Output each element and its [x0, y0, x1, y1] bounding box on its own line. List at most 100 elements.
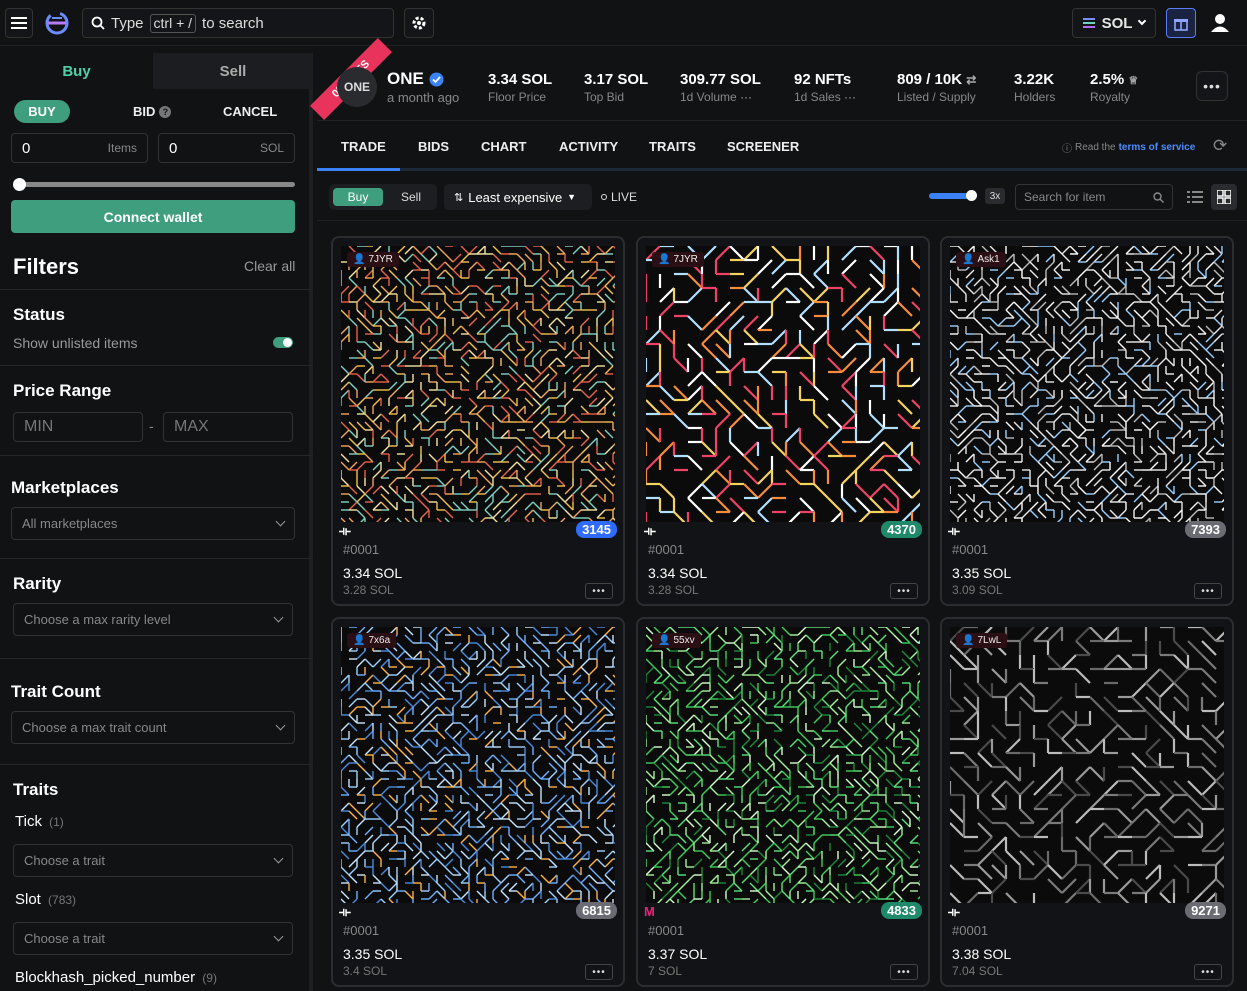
mode-buy-button[interactable]: BUY [14, 100, 70, 123]
rarity-rank-badge: 7393 [1185, 521, 1226, 538]
trait-slot-select[interactable]: Choose a trait [13, 922, 293, 955]
trait-blockhash-label: Blockhash_picked_number (9) [15, 969, 217, 986]
logo-icon[interactable] [42, 8, 72, 38]
nft-last-price: 3.28 SOL [343, 583, 394, 597]
rarity-rank-badge: 4833 [881, 902, 922, 919]
sol-input[interactable]: 0 SOL [158, 133, 295, 163]
rarity-select[interactable]: Choose a max rarity level [13, 603, 293, 636]
tab-bids[interactable]: BIDS [418, 121, 449, 171]
chevron-down-icon [273, 931, 284, 942]
nft-image[interactable]: 👤 7JYR [646, 246, 920, 522]
item-search-placeholder: Search for item [1024, 190, 1106, 204]
tab-sell[interactable]: Sell [153, 53, 313, 89]
items-input[interactable]: 0 Items [11, 133, 148, 163]
nft-id: #0001 [343, 542, 380, 557]
nft-card[interactable]: 👤 55xv M 4833 #0001 3.37 SOL 7 SOL ••• [636, 617, 930, 987]
slider-handle[interactable] [13, 178, 26, 191]
user-icon: 👤 [658, 254, 671, 265]
rarity-rank-badge: 6815 [576, 902, 617, 919]
tab-trade[interactable]: TRADE [341, 121, 386, 171]
amount-slider[interactable] [13, 178, 295, 191]
chevron-down-icon [275, 720, 286, 731]
stat-label: Listed / Supply [897, 90, 976, 104]
divider [0, 658, 313, 659]
nft-price: 3.38 SOL [952, 946, 1012, 962]
sol-unit: SOL [259, 141, 284, 155]
rarity-value: Choose a max rarity level [24, 612, 171, 627]
tab-chart[interactable]: CHART [481, 121, 527, 171]
owner-tag: 👤 7JYR [652, 252, 704, 267]
toggle-sell[interactable]: Sell [391, 188, 431, 206]
nft-image[interactable]: 👤 Ask1 [950, 246, 1224, 522]
nft-card[interactable]: 👤 7JYR ⟛ 4370 #0001 3.34 SOL 3.28 SOL ••• [636, 236, 930, 606]
nft-image[interactable]: 👤 7JYR [341, 246, 615, 522]
nft-image[interactable]: 👤 7LwL [950, 627, 1224, 903]
trait-tick-select[interactable]: Choose a trait [13, 844, 293, 877]
search-suffix: to search [202, 14, 264, 32]
gift-button[interactable] [1166, 8, 1196, 38]
tab-traits[interactable]: TRAITS [649, 121, 696, 171]
divider [0, 558, 313, 559]
more-icon[interactable]: ··· [740, 90, 752, 104]
show-unlisted-toggle[interactable] [273, 337, 293, 348]
status-title: Status [13, 305, 65, 324]
card-more-button[interactable]: ••• [585, 964, 613, 980]
terms-notice: ⓘ Read the terms of service [1062, 140, 1195, 155]
trait-count-select[interactable]: Choose a max trait count [11, 711, 295, 744]
currency-label: SOL [1101, 14, 1133, 32]
stat-value: 809 / 10K ⇄ [897, 71, 976, 88]
user-icon[interactable] [1208, 11, 1232, 35]
toggle-buy[interactable]: Buy [333, 188, 383, 206]
marketplaces-select[interactable]: All marketplaces [11, 507, 295, 540]
more-icon: ••• [1201, 585, 1215, 597]
card-more-button[interactable]: ••• [890, 583, 918, 599]
zoom-slider[interactable] [929, 190, 977, 201]
stat-value: 3.34 SOL [488, 71, 553, 88]
more-icon[interactable]: ··· [844, 90, 856, 104]
stat-floor: 3.34 SOL Floor Price [488, 71, 552, 104]
list-view-icon[interactable] [1185, 187, 1205, 207]
stat-value: 309.77 SOL [680, 71, 761, 88]
tab-screener[interactable]: SCREENER [727, 121, 799, 171]
nft-image[interactable]: 👤 55xv [646, 627, 920, 903]
nft-card[interactable]: 👤 7x6a ⟛ 6815 #0001 3.35 SOL 3.4 SOL ••• [331, 617, 625, 987]
settings-button[interactable] [404, 8, 434, 38]
grid-view-icon[interactable] [1211, 184, 1237, 210]
tensor-icon: ⟛ [644, 523, 656, 538]
stat-label-text: 1d Sales [794, 90, 841, 104]
zoom-handle[interactable] [966, 190, 977, 201]
terms-prefix: Read the [1075, 142, 1116, 153]
tab-buy[interactable]: Buy [0, 53, 153, 89]
terms-link[interactable]: terms of service [1119, 142, 1196, 153]
nft-card[interactable]: 👤 Ask1 ⟛ 7393 #0001 3.35 SOL 3.09 SOL ••• [940, 236, 1234, 606]
mode-bid-button[interactable]: BID ? [133, 104, 172, 119]
nft-card[interactable]: 👤 7LwL ⟛ 9271 #0001 3.38 SOL 7.04 SOL ••• [940, 617, 1234, 987]
more-options-button[interactable]: ••• [1196, 71, 1228, 101]
price-max-input[interactable]: MAX [163, 412, 293, 442]
connect-wallet-button[interactable]: Connect wallet [11, 200, 295, 233]
clear-all-link[interactable]: Clear all [244, 258, 295, 274]
refresh-icon[interactable]: ⟳ [1213, 136, 1227, 156]
live-indicator[interactable]: LIVE [601, 190, 637, 204]
nft-image[interactable]: 👤 7x6a [341, 627, 615, 903]
price-min-input[interactable]: MIN [13, 412, 143, 442]
mode-cancel-button[interactable]: CANCEL [223, 104, 277, 119]
collection-title: ONE [387, 69, 424, 88]
card-more-button[interactable]: ••• [1194, 583, 1222, 599]
sidebar: Buy Sell BUY BID ? CANCEL 0 Items 0 SOL … [0, 53, 313, 991]
range-dash: - [149, 418, 154, 434]
currency-select[interactable]: SOL [1072, 8, 1156, 38]
item-search-input[interactable]: Search for item [1015, 184, 1173, 210]
sort-select[interactable]: ⇅ Least expensive ▼ [444, 184, 592, 210]
search-bar[interactable]: Type ctrl + / to search [82, 8, 394, 38]
nft-card[interactable]: 👤 7JYR ⟛ 3145 #0001 3.34 SOL 3.28 SOL ••• [331, 236, 625, 606]
menu-icon[interactable] [5, 8, 33, 38]
stat-value: 92 NFTs [794, 71, 852, 88]
tab-activity[interactable]: ACTIVITY [559, 121, 618, 171]
owner-label: Ask1 [977, 254, 1000, 265]
nft-price: 3.34 SOL [648, 565, 708, 581]
card-more-button[interactable]: ••• [1194, 964, 1222, 980]
more-icon: ••• [897, 966, 911, 978]
card-more-button[interactable]: ••• [890, 964, 918, 980]
card-more-button[interactable]: ••• [585, 583, 613, 599]
